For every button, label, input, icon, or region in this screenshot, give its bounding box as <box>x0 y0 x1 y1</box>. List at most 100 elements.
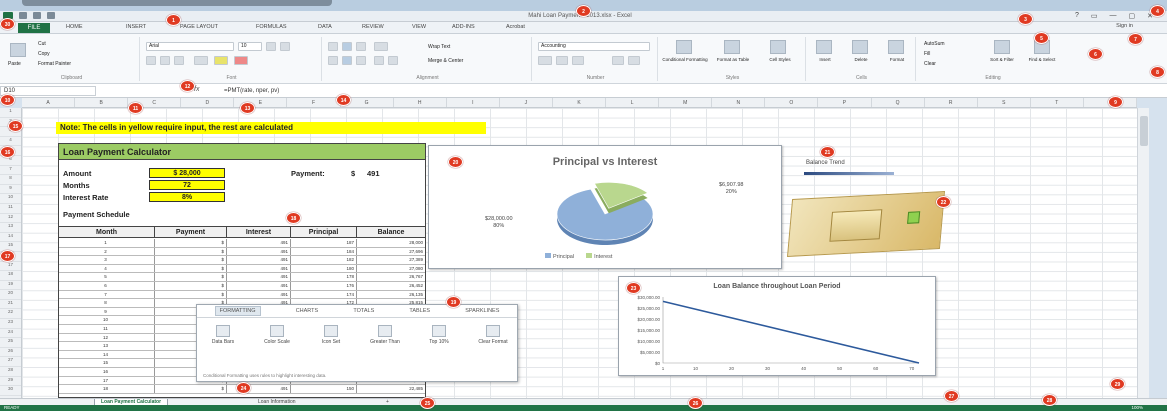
help-button[interactable]: ? <box>1075 12 1079 20</box>
schedule-cell[interactable]: 27,389 <box>357 256 425 264</box>
column-header[interactable]: T <box>1031 98 1084 107</box>
row-header[interactable]: 28 <box>0 367 21 377</box>
tab-acrobat[interactable]: Acrobat <box>506 24 525 30</box>
schedule-cell[interactable]: 15 <box>59 359 155 367</box>
schedule-cell[interactable]: $ <box>155 385 227 393</box>
qa-tab-totals[interactable]: TOTALS <box>353 308 374 314</box>
balance-line-chart[interactable]: Loan Balance throughout Loan Period $30,… <box>618 276 936 376</box>
column-header[interactable]: M <box>659 98 713 107</box>
qa-tab-sparklines[interactable]: SPARKLINES <box>465 308 499 314</box>
tab-formulas[interactable]: FORMULAS <box>256 24 287 30</box>
schedule-cell[interactable]: 9 <box>59 307 155 316</box>
schedule-cell[interactable]: 491 <box>227 264 291 273</box>
tab-view[interactable]: VIEW <box>412 24 426 30</box>
align-left-icon[interactable] <box>328 56 338 65</box>
qa-tab-formatting[interactable]: FORMATTING <box>214 306 261 316</box>
amount-input[interactable]: $ 28,000 <box>149 168 225 178</box>
qa-tab-charts[interactable]: CHARTS <box>296 308 319 314</box>
autosum-button[interactable]: AutoSum <box>924 41 945 47</box>
conditional-formatting-button[interactable]: Conditional Formatting <box>662 57 708 62</box>
row-header[interactable]: 26 <box>0 348 21 358</box>
delete-cells-icon[interactable] <box>852 40 868 54</box>
column-header[interactable]: R <box>925 98 978 107</box>
find-select-button[interactable]: Find & Select <box>1024 57 1060 62</box>
number-format-select[interactable]: Accounting <box>538 42 650 51</box>
underline-icon[interactable] <box>174 56 184 65</box>
qa-color-scale[interactable]: Color Scale <box>257 325 297 345</box>
qa-data-bars[interactable]: Data Bars <box>203 325 243 345</box>
fill-button[interactable]: Fill <box>924 51 930 57</box>
schedule-cell[interactable]: 491 <box>227 256 291 264</box>
row-header[interactable]: 21 <box>0 300 21 310</box>
schedule-cell[interactable]: 13 <box>59 342 155 350</box>
sort-filter-button[interactable]: Sort & Filter <box>984 57 1020 62</box>
insert-cells-button[interactable]: Insert <box>810 57 840 62</box>
zoom-level[interactable]: 100% <box>1131 405 1143 411</box>
column-header[interactable]: A <box>22 98 76 107</box>
interest-rate-input[interactable]: 8% <box>149 192 225 202</box>
schedule-cell[interactable]: 176 <box>291 282 357 290</box>
align-top-icon[interactable] <box>328 42 338 51</box>
clear-button[interactable]: Clear <box>924 61 936 67</box>
column-header[interactable]: O <box>765 98 819 107</box>
maximize-button[interactable]: ▢ <box>1129 12 1136 20</box>
scrollbar-thumb[interactable] <box>1140 116 1148 146</box>
tab-home[interactable]: HOME <box>66 24 83 30</box>
row-header[interactable]: 29 <box>0 377 21 387</box>
schedule-cell[interactable]: 491 <box>227 282 291 290</box>
cell-styles-icon[interactable] <box>770 40 786 54</box>
tab-insert[interactable]: INSERT <box>126 24 146 30</box>
sign-in-link[interactable]: Sign in <box>1116 23 1133 29</box>
tab-data[interactable]: DATA <box>318 24 332 30</box>
align-middle-icon[interactable] <box>342 42 352 51</box>
save-icon[interactable] <box>19 12 27 19</box>
schedule-cell[interactable]: 491 <box>227 273 291 281</box>
orientation-icon[interactable] <box>374 42 388 51</box>
schedule-cell[interactable]: 27,696 <box>357 248 425 256</box>
name-box[interactable]: D10 <box>0 86 96 96</box>
row-header[interactable]: 8 <box>0 175 21 185</box>
row-header[interactable]: 1 <box>0 108 21 118</box>
cut-button[interactable]: Cut <box>38 41 46 47</box>
pie-chart[interactable]: Principal vs Interest $28,000.00 80% $6,9… <box>428 145 782 269</box>
row-header[interactable]: 11 <box>0 204 21 214</box>
schedule-cell[interactable]: 180 <box>291 264 357 273</box>
column-header[interactable]: B <box>75 98 129 107</box>
schedule-cell[interactable]: 491 <box>227 247 291 256</box>
schedule-cell[interactable]: 491 <box>227 239 291 247</box>
italic-icon[interactable] <box>160 56 170 65</box>
font-color-icon[interactable] <box>234 56 248 65</box>
redo-icon[interactable] <box>47 12 55 19</box>
decrease-indent-icon[interactable] <box>374 56 384 65</box>
schedule-cell[interactable]: 12 <box>59 333 155 342</box>
align-bottom-icon[interactable] <box>356 42 366 51</box>
merge-center-button[interactable]: Merge & Center <box>428 58 463 64</box>
balance-series-line[interactable] <box>662 300 920 364</box>
row-header[interactable]: 17 <box>0 262 21 272</box>
borders-icon[interactable] <box>194 56 208 65</box>
column-header[interactable]: I <box>447 98 500 107</box>
align-right-icon[interactable] <box>356 56 366 65</box>
row-header[interactable]: 9 <box>0 185 21 195</box>
column-header[interactable]: D <box>181 98 235 107</box>
column-header[interactable]: K <box>553 98 607 107</box>
align-center-icon[interactable] <box>342 56 352 65</box>
increase-indent-icon[interactable] <box>388 56 398 65</box>
schedule-cell[interactable]: 27,080 <box>357 265 425 273</box>
wrap-text-button[interactable]: Wrap Text <box>428 44 450 50</box>
schedule-cell[interactable]: $ <box>155 256 227 264</box>
percent-icon[interactable] <box>556 56 568 65</box>
schedule-cell[interactable]: 4 <box>59 264 155 273</box>
schedule-cell[interactable]: 182 <box>291 256 357 264</box>
qa-tab-tables[interactable]: TABLES <box>409 308 430 314</box>
row-header[interactable]: 12 <box>0 214 21 224</box>
ribbon-display-button[interactable]: ▭ <box>1091 12 1098 20</box>
schedule-cell[interactable]: $ <box>155 290 227 299</box>
schedule-cell[interactable]: 187 <box>291 239 357 247</box>
minimize-button[interactable]: — <box>1110 12 1117 20</box>
column-header[interactable]: S <box>978 98 1031 107</box>
grow-font-icon[interactable] <box>266 42 276 51</box>
schedule-cell[interactable]: 5 <box>59 273 155 281</box>
schedule-cell[interactable]: 26,135 <box>357 291 425 299</box>
format-cells-button[interactable]: Format <box>882 57 912 62</box>
